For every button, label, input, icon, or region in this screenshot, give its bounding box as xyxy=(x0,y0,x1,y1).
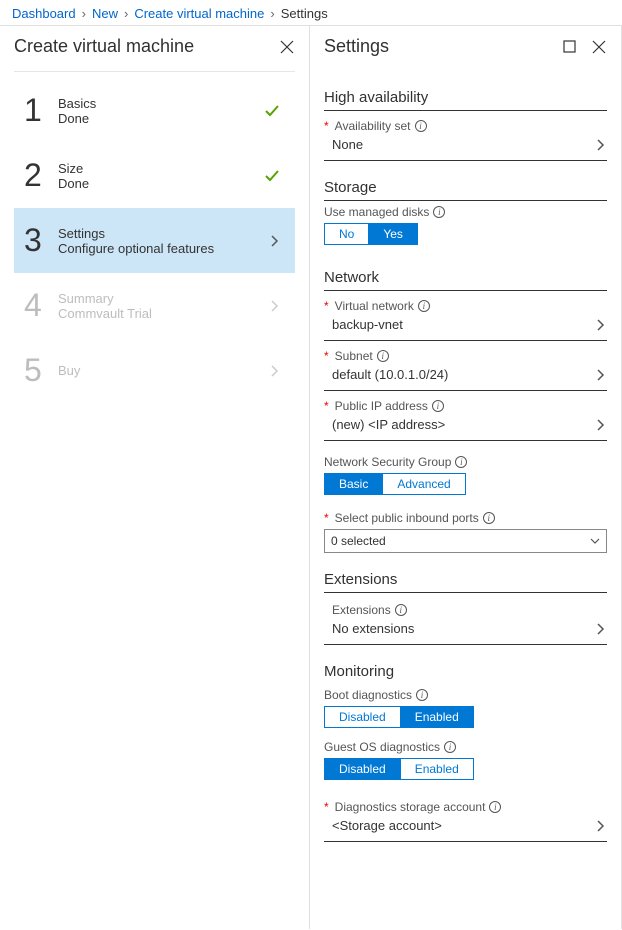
field-extensions[interactable]: No extensions xyxy=(324,617,607,645)
breadcrumb-create-vm[interactable]: Create virtual machine xyxy=(134,6,264,21)
toggle-guest-disabled[interactable]: Disabled xyxy=(325,759,400,779)
chevron-right-icon xyxy=(595,820,607,832)
label-inbound-ports: Select public inbound ports i xyxy=(324,511,607,525)
label-managed-disks: Use managed disks i xyxy=(324,205,607,219)
info-icon[interactable]: i xyxy=(432,400,444,412)
field-virtual-network[interactable]: backup-vnet xyxy=(324,313,607,341)
toggle-managed-no[interactable]: No xyxy=(325,224,368,244)
step-number: 3 xyxy=(24,222,58,259)
step-number: 5 xyxy=(24,352,58,389)
field-diagnostics-storage[interactable]: <Storage account> xyxy=(324,814,607,842)
label-boot-diagnostics: Boot diagnostics i xyxy=(324,688,607,702)
blade-title-settings: Settings xyxy=(324,36,561,57)
step-title: Size xyxy=(58,161,263,176)
toggle-managed-yes[interactable]: Yes xyxy=(368,224,417,244)
check-icon xyxy=(263,167,281,185)
info-icon[interactable]: i xyxy=(455,456,467,468)
settings-blade: Settings High availability Availability … xyxy=(310,26,622,929)
step-number: 4 xyxy=(24,287,58,324)
step-title: Settings xyxy=(58,226,269,241)
wizard-step-size[interactable]: 2 Size Done xyxy=(14,143,295,208)
chevron-down-icon xyxy=(590,536,600,546)
section-extensions: Extensions xyxy=(324,571,607,593)
wizard-step-basics[interactable]: 1 Basics Done xyxy=(14,78,295,143)
step-subtitle: Configure optional features xyxy=(58,241,269,256)
step-subtitle: Done xyxy=(58,176,263,191)
breadcrumb: Dashboard › New › Create virtual machine… xyxy=(0,0,622,25)
close-icon[interactable] xyxy=(591,39,607,55)
section-storage: Storage xyxy=(324,179,607,201)
toggle-nsg-basic[interactable]: Basic xyxy=(325,474,382,494)
info-icon[interactable]: i xyxy=(418,300,430,312)
toggle-nsg: Basic Advanced xyxy=(324,473,466,495)
label-public-ip: Public IP address i xyxy=(324,399,607,413)
toggle-boot-diagnostics: Disabled Enabled xyxy=(324,706,474,728)
field-public-ip[interactable]: (new) <IP address> xyxy=(324,413,607,441)
toggle-guest-diagnostics: Disabled Enabled xyxy=(324,758,474,780)
step-subtitle: Done xyxy=(58,111,263,126)
chevron-right-icon xyxy=(595,139,607,151)
chevron-right-icon xyxy=(595,369,607,381)
check-icon xyxy=(263,102,281,120)
info-icon[interactable]: i xyxy=(483,512,495,524)
chevron-right-icon xyxy=(595,419,607,431)
restore-icon[interactable] xyxy=(561,39,577,55)
value-inbound-ports: 0 selected xyxy=(331,534,386,548)
label-extensions: Extensions i xyxy=(332,603,607,617)
chevron-right-icon xyxy=(595,319,607,331)
step-title: Buy xyxy=(58,363,269,378)
toggle-managed-disks: No Yes xyxy=(324,223,418,245)
value-diagnostics-storage: <Storage account> xyxy=(332,818,595,833)
info-icon[interactable]: i xyxy=(433,206,445,218)
section-monitoring: Monitoring xyxy=(324,663,607,684)
select-inbound-ports[interactable]: 0 selected xyxy=(324,529,607,553)
value-availability-set: None xyxy=(332,137,595,152)
chevron-right-icon: › xyxy=(82,6,86,21)
label-virtual-network: Virtual network i xyxy=(324,299,607,313)
step-subtitle: Commvault Trial xyxy=(58,306,269,321)
label-availability-set: Availability set i xyxy=(324,119,607,133)
step-number: 2 xyxy=(24,157,58,194)
blade-title-create-vm: Create virtual machine xyxy=(14,36,279,57)
value-extensions: No extensions xyxy=(332,621,595,636)
chevron-right-icon xyxy=(269,235,285,247)
label-diagnostics-storage: Diagnostics storage account i xyxy=(324,800,607,814)
breadcrumb-new[interactable]: New xyxy=(92,6,118,21)
step-number: 1 xyxy=(24,92,58,129)
chevron-right-icon xyxy=(269,365,285,377)
label-nsg: Network Security Group i xyxy=(324,455,607,469)
wizard-step-settings[interactable]: 3 Settings Configure optional features xyxy=(14,208,295,273)
section-high-availability: High availability xyxy=(324,89,607,111)
chevron-right-icon: › xyxy=(270,6,274,21)
info-icon[interactable]: i xyxy=(415,120,427,132)
info-icon[interactable]: i xyxy=(377,350,389,362)
chevron-right-icon xyxy=(269,300,285,312)
info-icon[interactable]: i xyxy=(416,689,428,701)
toggle-guest-enabled[interactable]: Enabled xyxy=(400,759,473,779)
wizard-step-summary[interactable]: 4 Summary Commvault Trial xyxy=(14,273,295,338)
breadcrumb-current: Settings xyxy=(281,6,328,21)
step-title: Summary xyxy=(58,291,269,306)
close-icon[interactable] xyxy=(279,39,295,55)
toggle-nsg-advanced[interactable]: Advanced xyxy=(382,474,464,494)
value-virtual-network: backup-vnet xyxy=(332,317,595,332)
field-subnet[interactable]: default (10.0.1.0/24) xyxy=(324,363,607,391)
value-subnet: default (10.0.1.0/24) xyxy=(332,367,595,382)
step-title: Basics xyxy=(58,96,263,111)
label-guest-diagnostics: Guest OS diagnostics i xyxy=(324,740,607,754)
toggle-boot-enabled[interactable]: Enabled xyxy=(400,707,473,727)
wizard-blade: Create virtual machine 1 Basics Done xyxy=(0,26,310,929)
value-public-ip: (new) <IP address> xyxy=(332,417,595,432)
chevron-right-icon: › xyxy=(124,6,128,21)
label-subnet: Subnet i xyxy=(324,349,607,363)
field-availability-set[interactable]: None xyxy=(324,133,607,161)
section-network: Network xyxy=(324,269,607,291)
toggle-boot-disabled[interactable]: Disabled xyxy=(325,707,400,727)
breadcrumb-dashboard[interactable]: Dashboard xyxy=(12,6,76,21)
chevron-right-icon xyxy=(595,623,607,635)
info-icon[interactable]: i xyxy=(395,604,407,616)
info-icon[interactable]: i xyxy=(444,741,456,753)
info-icon[interactable]: i xyxy=(489,801,501,813)
wizard-step-buy[interactable]: 5 Buy xyxy=(14,338,295,403)
